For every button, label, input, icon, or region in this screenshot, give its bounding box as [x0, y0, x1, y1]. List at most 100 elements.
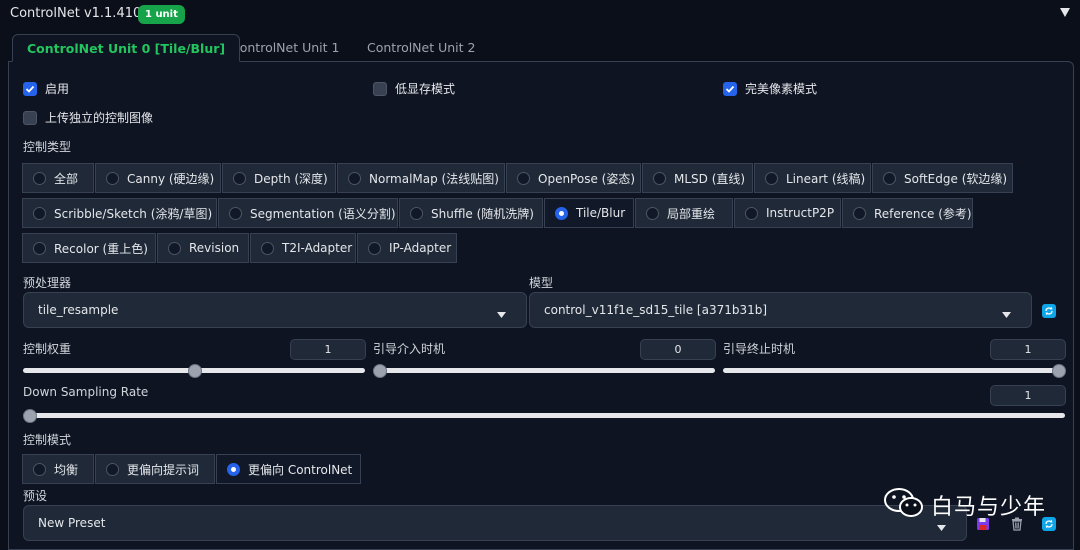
option-label: Scribble/Sketch (涂鸦/草图): [54, 206, 213, 221]
guidance-start-slider-track[interactable]: [373, 368, 715, 373]
control-mode-label: 控制模式: [23, 433, 72, 447]
option-label: 全部: [54, 171, 79, 186]
accordion-title[interactable]: ControlNet v1.1.410: [10, 6, 141, 21]
caret-down-icon: [1002, 307, 1011, 321]
control-type-tile-blur[interactable]: Tile/Blur: [544, 198, 634, 228]
preset-value: New Preset: [38, 516, 106, 530]
preset-label: 预设: [23, 489, 48, 503]
weight-slider-thumb[interactable]: [188, 364, 202, 378]
check-icon: [23, 81, 37, 96]
checkbox-box: [23, 110, 37, 125]
down-sampling-slider-thumb[interactable]: [23, 409, 37, 423]
unit-count-badge: 1 unit: [138, 5, 185, 24]
control-type-reference[interactable]: Reference (参考): [842, 198, 973, 228]
radio-dot: [653, 171, 666, 185]
enable-checkbox[interactable]: 启用: [23, 80, 69, 97]
option-label: Reference (参考): [874, 206, 972, 221]
control-type-revision[interactable]: Revision: [157, 233, 249, 263]
radio-dot: [229, 206, 242, 220]
guidance-end-label: 引导终止时机: [723, 342, 796, 356]
caret-down-icon: [497, 307, 506, 321]
down-sampling-input[interactable]: 1: [990, 385, 1066, 406]
radio-dot: [168, 241, 181, 255]
check-icon: [723, 81, 737, 96]
down-sampling-label: Down Sampling Rate: [23, 385, 149, 399]
radio-dot: [410, 206, 423, 220]
option-label: SoftEdge (软边缘): [904, 171, 1008, 186]
option-label: OpenPose (姿态): [538, 171, 636, 186]
guidance-start-slider-thumb[interactable]: [373, 364, 387, 378]
tab-unit-2[interactable]: ControlNet Unit 2: [353, 34, 489, 62]
watermark: 白马与少年: [883, 487, 1046, 522]
option-label: 局部重绘: [667, 206, 716, 221]
option-label: Segmentation (语义分割): [250, 206, 396, 221]
radio-dot: [853, 206, 866, 220]
guidance-start-label: 引导介入时机: [373, 342, 446, 356]
guidance-start-input[interactable]: 0: [640, 339, 716, 360]
pixel-perfect-label: 完美像素模式: [745, 82, 818, 96]
down-sampling-slider-track[interactable]: [23, 413, 1065, 418]
radio-dot-selected: [555, 206, 568, 220]
weight-input[interactable]: 1: [290, 339, 366, 360]
radio-dot-selected: [227, 462, 240, 476]
control-type-inpaint[interactable]: 局部重绘: [635, 198, 733, 228]
control-mode-prompt[interactable]: 更偏向提示词: [95, 454, 215, 484]
control-mode-balanced[interactable]: 均衡: [22, 454, 94, 484]
radio-dot: [233, 171, 246, 185]
upload-independent-checkbox[interactable]: 上传独立的控制图像: [23, 109, 153, 126]
control-type-segmentation[interactable]: Segmentation (语义分割): [218, 198, 398, 228]
radio-dot: [33, 462, 46, 476]
preprocessor-dropdown[interactable]: tile_resample: [23, 292, 527, 328]
watermark-text: 白马与少年: [930, 494, 1046, 520]
pixel-perfect-checkbox[interactable]: 完美像素模式: [723, 80, 817, 97]
tab-unit-0[interactable]: ControlNet Unit 0 [Tile/Blur]: [12, 34, 241, 62]
option-label: 更偏向提示词: [127, 462, 200, 477]
guidance-end-input[interactable]: 1: [990, 339, 1066, 360]
radio-dot: [745, 206, 758, 220]
control-mode-controlnet[interactable]: 更偏向 ControlNet: [216, 454, 361, 484]
low-vram-label: 低显存模式: [395, 82, 456, 96]
control-type-softedge[interactable]: SoftEdge (软边缘): [872, 163, 1013, 193]
control-type-lineart[interactable]: Lineart (线稿): [754, 163, 871, 193]
radio-dot: [883, 171, 896, 185]
option-label: Depth (深度): [254, 171, 328, 186]
control-type-t2i-adapter[interactable]: T2I-Adapter: [250, 233, 356, 263]
radio-dot: [106, 462, 119, 476]
wechat-icon: [883, 487, 925, 522]
control-type-all[interactable]: 全部: [22, 163, 94, 193]
model-value: control_v11f1e_sd15_tile [a371b31b]: [544, 303, 768, 317]
guidance-end-slider-track[interactable]: [723, 368, 1065, 373]
low-vram-checkbox[interactable]: 低显存模式: [373, 80, 455, 97]
control-type-openpose[interactable]: OpenPose (姿态): [506, 163, 641, 193]
control-type-recolor[interactable]: Recolor (重上色): [22, 233, 156, 263]
guidance-end-slider-thumb[interactable]: [1052, 364, 1066, 378]
model-label: 模型: [529, 276, 554, 290]
preprocessor-value: tile_resample: [38, 303, 119, 317]
option-label: Canny (硬边缘): [127, 171, 215, 186]
checkbox-box: [373, 81, 387, 96]
upload-independent-label: 上传独立的控制图像: [45, 111, 154, 125]
option-label: IP-Adapter: [389, 241, 452, 255]
control-type-depth[interactable]: Depth (深度): [222, 163, 336, 193]
option-label: Tile/Blur: [576, 206, 626, 220]
refresh-icon[interactable]: [1042, 304, 1058, 320]
control-type-shuffle[interactable]: Shuffle (随机洗牌): [399, 198, 543, 228]
model-dropdown[interactable]: control_v11f1e_sd15_tile [a371b31b]: [529, 292, 1032, 328]
control-type-instructp2p[interactable]: InstructP2P: [734, 198, 841, 228]
radio-dot: [33, 241, 46, 255]
weight-label: 控制权重: [23, 342, 72, 356]
option-label: 更偏向 ControlNet: [248, 462, 353, 477]
option-label: T2I-Adapter: [282, 241, 353, 255]
control-type-mlsd[interactable]: MLSD (直线): [642, 163, 753, 193]
preset-dropdown[interactable]: New Preset: [23, 505, 967, 541]
control-type-canny[interactable]: Canny (硬边缘): [95, 163, 221, 193]
control-type-label: 控制类型: [23, 140, 72, 154]
radio-dot: [348, 171, 361, 185]
control-type-scribble[interactable]: Scribble/Sketch (涂鸦/草图): [22, 198, 217, 228]
collapse-triangle-icon[interactable]: [1058, 5, 1072, 19]
option-label: Revision: [189, 241, 240, 255]
control-type-ip-adapter[interactable]: IP-Adapter: [357, 233, 457, 263]
option-label: Recolor (重上色): [54, 241, 148, 256]
control-type-normalmap[interactable]: NormalMap (法线贴图): [337, 163, 505, 193]
radio-dot: [261, 241, 274, 255]
